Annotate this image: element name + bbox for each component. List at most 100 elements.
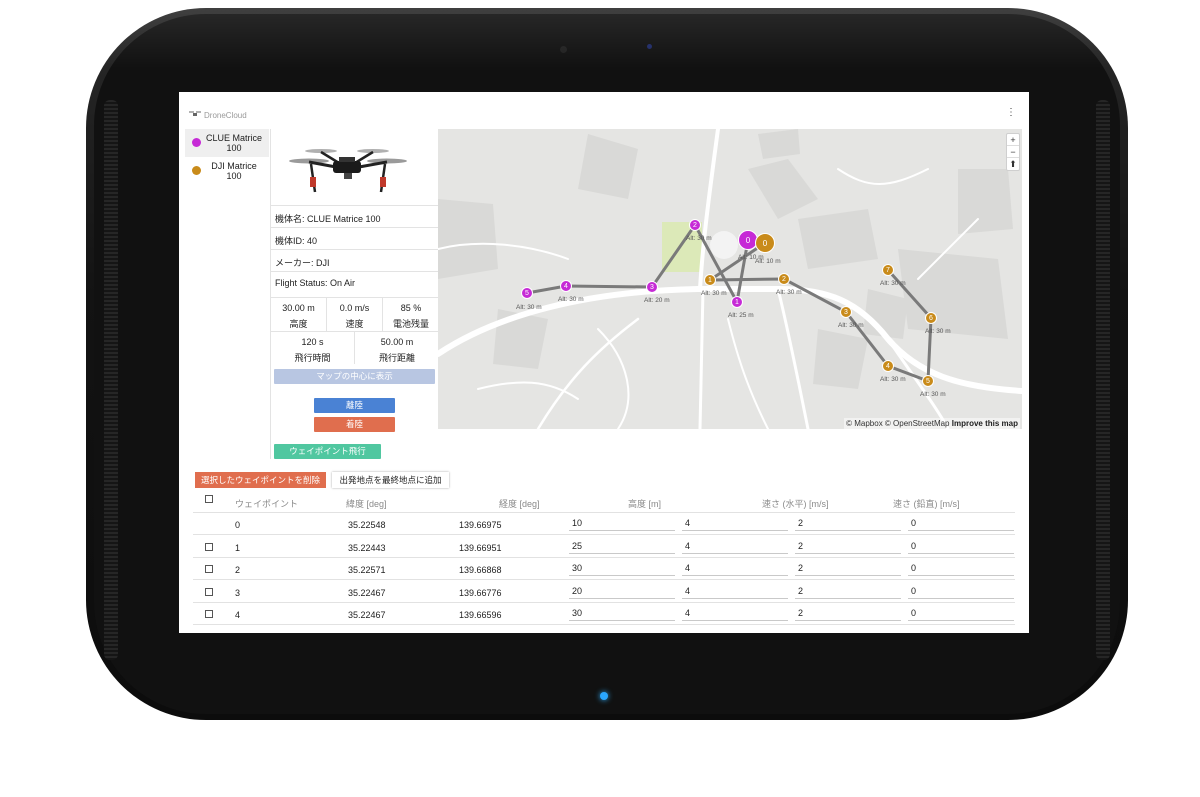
left-speaker-grille: [104, 100, 118, 660]
attribution-text: © Mapbox © OpenStreetMap: [846, 419, 950, 428]
drone-list: CLUE Matrice 100 DJI Matrice 100: [185, 129, 269, 199]
header-altitude: 高度 [m]: [628, 499, 661, 509]
cell-latitude: 35.22467: [348, 610, 386, 620]
orange-marker-7[interactable]: 7: [882, 264, 894, 276]
speed-label: 速度: [345, 319, 364, 329]
horizontal-speed-input[interactable]: 2: [795, 607, 901, 621]
vertical-speed-input[interactable]: 0: [908, 562, 1014, 576]
vertical-speed-input[interactable]: 0: [908, 607, 1014, 621]
orange-altitude-label: Alt: 30 m: [838, 322, 864, 329]
map-attribution: © Mapbox © OpenStreetMap Improve this ma…: [844, 418, 1020, 429]
purple-altitude-label: Alt: 30 m: [686, 235, 712, 242]
table-row: 2 35.22571 139.66868 30 4 2 0: [193, 558, 1015, 580]
altitude-input[interactable]: 25: [569, 540, 675, 554]
flight-distance-label: 飛行距離: [378, 353, 415, 363]
drone-item-dji-matrice[interactable]: DJI Matrice 100: [185, 157, 269, 185]
row-checkbox[interactable]: [205, 542, 213, 551]
orange-altitude-label: Alt: 30 m: [925, 328, 951, 335]
header-waypoint: ウェイポイント: [235, 499, 299, 509]
orange-marker-3[interactable]: 3: [840, 306, 852, 318]
maker-row: メーカー: DJI: [271, 249, 439, 271]
battery-stat: 85 % 電池残量: [383, 298, 439, 331]
drone-name: DJI Matrice 100: [211, 161, 257, 181]
altitude-input[interactable]: 30: [569, 607, 675, 621]
app-screen: DroneCloud ⋮ CLUE Matrice 100 DJI Matric…: [179, 92, 1029, 633]
light-sensor: [647, 44, 652, 49]
altitude-input[interactable]: 30: [569, 562, 675, 576]
table-row: 0 35.22548 139.66975 10 4 2 0: [193, 513, 1015, 535]
flight-distance-value: 50.00 m: [380, 337, 414, 347]
row-checkbox[interactable]: [205, 565, 213, 573]
altitude-stat: 30.00 m 高度: [271, 298, 327, 331]
purple-altitude-label: Alt: 25 m: [728, 312, 754, 319]
flight-time-label: 飛行時間: [294, 353, 331, 363]
row-checkbox[interactable]: [205, 610, 213, 618]
delete-selected-waypoints-button[interactable]: 選択したウェイポイントを削除: [195, 472, 326, 488]
vertical-speed-input[interactable]: 0: [908, 585, 1014, 599]
altitude-input[interactable]: 10: [569, 517, 675, 531]
horizontal-speed-input[interactable]: 2: [795, 517, 901, 531]
orange-altitude-label: Alt: 30 m: [920, 391, 946, 398]
purple-marker-4[interactable]: 4: [560, 280, 572, 292]
map-view[interactable]: 0 Alt: 10 m 1 Alt: 25 m 2 Alt: 30 m 3 Alt: 20 m…: [438, 129, 1022, 429]
drone-color-dot: [192, 166, 201, 175]
orange-marker-4[interactable]: 4: [882, 360, 894, 372]
column5-input[interactable]: 4: [682, 540, 788, 554]
zoom-out-button[interactable]: −: [1007, 146, 1019, 158]
cell-latitude: 35.22571: [348, 565, 386, 575]
battery-label: 電池残量: [392, 319, 429, 329]
altitude-input[interactable]: 20: [569, 585, 675, 599]
map-zoom-controls: + − ⬆: [1006, 133, 1020, 171]
flight-stats: 30.00 m 高度 0.0 m/s 速度 85 % 電池残量 120 s 飛行…: [271, 297, 439, 364]
column5-input[interactable]: 4: [682, 517, 788, 531]
altitude-label: 高度: [289, 319, 308, 329]
horizontal-speed-input[interactable]: 2: [795, 540, 901, 554]
cell-waypoint: 3: [235, 587, 241, 598]
column5-input[interactable]: 4: [682, 562, 788, 576]
purple-marker-3[interactable]: 3: [646, 281, 658, 293]
purple-marker-1[interactable]: 1: [731, 296, 743, 308]
cell-latitude: 35.22548: [348, 520, 386, 530]
column5-input[interactable]: 4: [682, 607, 788, 621]
waypoint-flight-button[interactable]: ウェイポイント飛行: [274, 444, 381, 459]
purple-marker-2[interactable]: 2: [689, 219, 701, 231]
orange-altitude-label: Alt: 10 m: [755, 258, 781, 265]
header-horizontal-speed: 速さ (水平) [m/s]: [762, 499, 829, 509]
more-vert-icon[interactable]: ⋮: [1006, 108, 1016, 120]
purple-altitude-label: Alt: 20 m: [644, 297, 670, 304]
flight-status-row: Flight Status: On Air: [271, 271, 439, 293]
status-led: [600, 692, 608, 700]
header-longitude: 経度 [deg]: [499, 499, 540, 509]
orange-marker-0[interactable]: 0: [755, 233, 775, 253]
orange-altitude-label: Alt: 30 m: [776, 289, 802, 296]
cell-waypoint: 1: [235, 542, 241, 553]
orange-marker-2[interactable]: 2: [778, 273, 790, 285]
column5-input[interactable]: 4: [682, 585, 788, 599]
drone-color-dot: [192, 138, 201, 147]
cell-longitude: 139.66776: [459, 587, 502, 598]
select-all-checkbox[interactable]: [205, 495, 213, 503]
horizontal-speed-input[interactable]: 2: [795, 562, 901, 576]
altitude-value: 30.00 m: [282, 303, 315, 313]
zoom-in-button[interactable]: +: [1007, 134, 1019, 146]
vertical-speed-input[interactable]: 0: [908, 517, 1014, 531]
model-name-row: 機体名: CLUE Matrice 100: [271, 205, 439, 227]
row-checkbox[interactable]: [205, 587, 213, 596]
center-on-map-button[interactable]: マップの中心に表示: [274, 369, 435, 384]
vertical-speed-input[interactable]: 0: [908, 540, 1014, 554]
purple-marker-5[interactable]: 5: [521, 287, 533, 299]
battery-value: 85 %: [400, 303, 422, 313]
takeoff-button[interactable]: 離陸: [314, 398, 395, 413]
compass-icon[interactable]: ⬆: [1007, 158, 1019, 170]
improve-map-link[interactable]: Improve this map: [952, 419, 1018, 428]
horizontal-speed-input[interactable]: 2: [795, 585, 901, 599]
orange-marker-5[interactable]: 5: [922, 375, 934, 387]
drone-item-clue-matrice[interactable]: CLUE Matrice 100: [185, 129, 269, 157]
cell-latitude: 35.22443: [348, 542, 386, 553]
land-button[interactable]: 着陸: [314, 417, 395, 432]
drone-logo-icon: [189, 111, 201, 116]
add-start-as-last-button[interactable]: 出発地点を最終地点に追加: [332, 472, 449, 488]
orange-marker-6[interactable]: 6: [925, 312, 937, 324]
cell-longitude: 139.66975: [459, 520, 502, 530]
orange-marker-1[interactable]: 1: [704, 274, 716, 286]
